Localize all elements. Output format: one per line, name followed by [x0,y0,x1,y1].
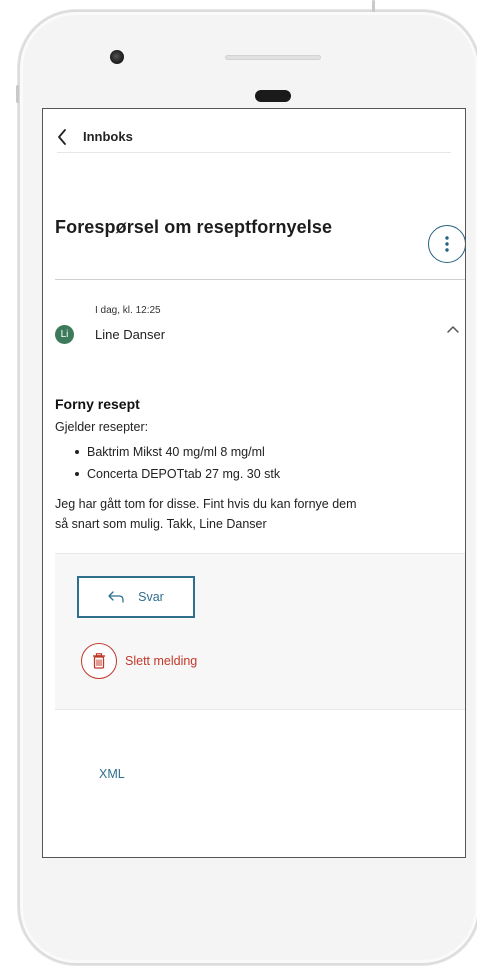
message-body-line: så snart som mulig. Takk, Line Danser [55,517,267,531]
speaker-grille [225,55,321,60]
message-body: Jeg har gått tom for disse. Fint hvis du… [55,494,435,534]
message-subheading: Gjelder resepter: [55,420,149,434]
back-chevron-icon[interactable] [57,127,73,147]
message-heading: Forny resept [55,396,140,412]
power-button [372,0,375,12]
xml-link[interactable]: XML [99,767,125,781]
sensor-icon [255,90,291,102]
list-item: Baktrim Mikst 40 mg/ml 8 mg/ml [73,441,280,463]
reply-arrow-icon [108,591,124,603]
sender-name: Line Danser [95,327,166,342]
delete-label: Slett melding [125,654,198,668]
more-options-button[interactable] [428,225,465,263]
divider [55,279,465,280]
back-link[interactable]: Innboks [83,129,133,144]
page-title: Forespørsel om reseptfornyelse [55,217,333,237]
action-panel: Svar Slett melding [55,553,465,710]
reply-button[interactable]: Svar [77,576,195,618]
reply-label: Svar [138,590,164,604]
avatar: Li [55,325,74,344]
volume-button [16,85,19,103]
top-bar: Innboks [57,121,451,153]
delete-message-button[interactable]: Slett melding [81,643,197,679]
camera-icon [110,50,124,64]
chevron-up-icon[interactable] [446,321,460,333]
message-date: I dag, kl. 12:25 [95,305,161,316]
trash-icon [81,643,117,679]
prescription-list: Baktrim Mikst 40 mg/ml 8 mg/ml Concerta … [73,441,280,485]
more-vertical-icon [445,236,449,252]
list-item: Concerta DEPOTtab 27 mg. 30 stk [73,463,280,485]
message-body-line: Jeg har gått tom for disse. Fint hvis du… [55,497,357,511]
app-screen: Innboks Forespørsel om reseptfornyelse I… [42,108,466,858]
